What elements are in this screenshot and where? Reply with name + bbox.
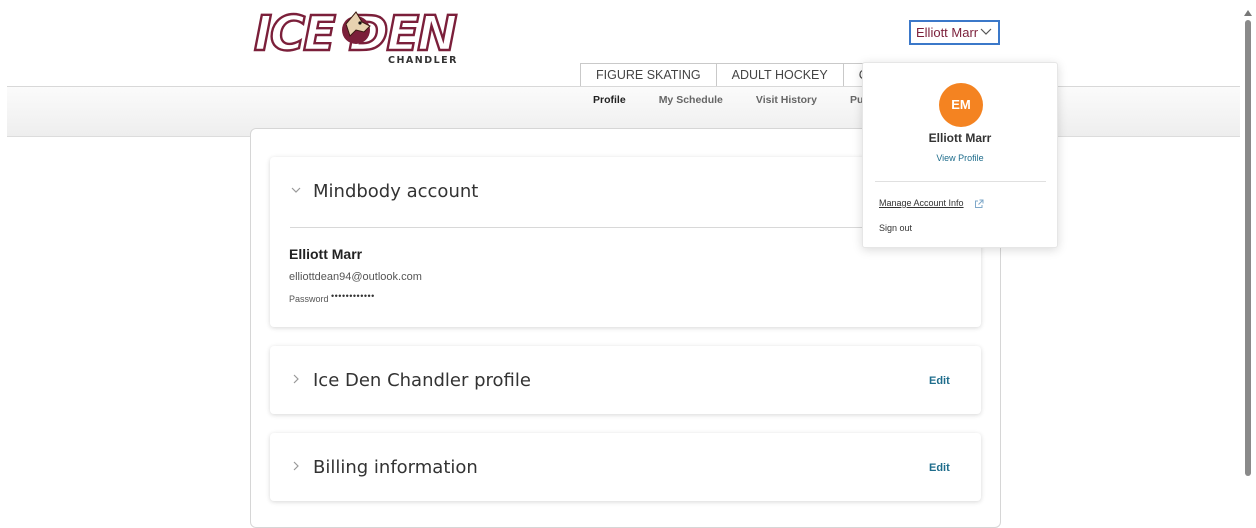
divider — [875, 181, 1046, 182]
chevron-right-icon — [290, 372, 302, 386]
external-link-icon[interactable] — [974, 196, 984, 208]
sign-out-link[interactable]: Sign out — [879, 223, 912, 233]
scroll-up-arrow-icon[interactable] — [1244, 3, 1252, 16]
edit-profile-button[interactable]: Edit — [929, 375, 950, 387]
manage-account-info-link[interactable]: Manage Account Info — [879, 198, 964, 208]
avatar: EM — [939, 83, 983, 127]
card-title: Billing information — [313, 457, 478, 478]
user-menu-button[interactable]: Elliott Marr — [909, 20, 1000, 45]
ice-den-chandler-logo[interactable]: ICE DEN CHANDLER — [252, 5, 474, 66]
chevron-right-icon — [290, 459, 302, 473]
chevron-down-icon — [980, 24, 992, 41]
view-profile-link[interactable]: View Profile — [863, 153, 1057, 163]
subnav-my-schedule[interactable]: My Schedule — [659, 94, 723, 106]
divider — [290, 227, 961, 228]
tab-adult-hockey[interactable]: ADULT HOCKEY — [716, 63, 844, 87]
subnav-visit-history[interactable]: Visit History — [756, 94, 817, 106]
account-email: elliottdean94@outlook.com — [289, 271, 422, 283]
password-label: Password — [289, 294, 329, 304]
menu-user-name: Elliott Marr — [928, 131, 992, 145]
profile-card: Ice Den Chandler profile Edit — [270, 346, 981, 414]
billing-card-header[interactable]: Billing information — [270, 433, 981, 501]
profile-card-header[interactable]: Ice Den Chandler profile — [270, 346, 981, 414]
billing-card: Billing information Edit — [270, 433, 981, 501]
scrollbar-thumb[interactable] — [1245, 20, 1251, 476]
vertical-scrollbar[interactable] — [1240, 0, 1256, 506]
account-name: Elliott Marr — [289, 246, 363, 262]
program-tabs: FIGURE SKATING ADULT HOCKEY CL — [580, 63, 891, 87]
account-subnav: Profile My Schedule Visit History Purch — [593, 94, 880, 106]
card-title: Ice Den Chandler profile — [313, 370, 531, 391]
edit-billing-button[interactable]: Edit — [929, 462, 950, 474]
svg-text:CHANDLER: CHANDLER — [388, 55, 458, 66]
card-title: Mindbody account — [313, 181, 479, 202]
chevron-down-icon — [290, 183, 302, 197]
subnav-profile[interactable]: Profile — [593, 94, 626, 106]
tab-figure-skating[interactable]: FIGURE SKATING — [580, 63, 717, 87]
user-dropdown-menu: EM Elliott Marr View Profile Manage Acco… — [862, 62, 1058, 248]
password-value: •••••••••••• — [331, 291, 375, 301]
user-menu-button-label: Elliott Marr — [916, 25, 979, 40]
